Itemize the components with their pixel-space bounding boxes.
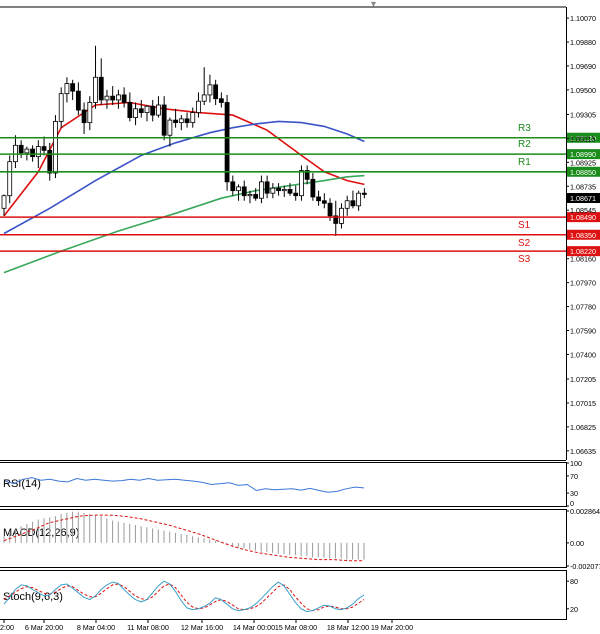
price-tick-label: 1.08545 <box>570 206 596 215</box>
time-label: 2:00 <box>0 623 14 632</box>
level-name-s1: S1 <box>518 220 531 231</box>
forex-chart: ▾ R31.09120R21.08990R11.08850S11.08490S2… <box>0 0 600 634</box>
price-tick-label: 1.10070 <box>570 14 596 23</box>
rsi-tick-label: 30 <box>570 489 578 498</box>
time-label: 11 Mar 08:00 <box>127 623 169 632</box>
price-tick-label: 1.08160 <box>570 255 596 264</box>
candle <box>58 87 64 128</box>
current-price-tag: 1.08671 <box>567 193 600 203</box>
price-tick-label: 1.07015 <box>570 399 596 408</box>
macd-tick-label: -0.002077 <box>570 562 600 571</box>
current-price-label: 1.08671 <box>570 194 596 203</box>
candle <box>299 165 304 201</box>
price-tick-label: 1.06635 <box>570 447 596 456</box>
price-tick-label: 1.08925 <box>570 158 596 167</box>
price-tick-label: 1.07590 <box>570 327 596 336</box>
price-tick-label: 1.07970 <box>570 279 596 288</box>
time-label: 15 Mar 08:00 <box>275 623 317 632</box>
price-tick-label: 1.09115 <box>570 134 595 143</box>
level-tag-s2: 1.08350 <box>570 231 596 240</box>
level-name-r1: R1 <box>518 157 531 168</box>
price-tick-label: 1.07780 <box>570 303 596 312</box>
level-name-s2: S2 <box>518 238 531 249</box>
price-tick-label: 1.09500 <box>570 86 596 95</box>
time-label: 18 Mar 12:00 <box>327 623 369 632</box>
price-tick-label: 1.06825 <box>570 423 596 432</box>
rsi-tick-label: 70 <box>570 472 578 481</box>
level-name-s3: S3 <box>518 254 531 265</box>
price-tick-label: 1.09305 <box>570 110 596 119</box>
stoch-tick-label: 20 <box>570 605 578 614</box>
candle <box>7 155 13 204</box>
rsi-tick-label: 100 <box>570 459 582 468</box>
macd-tick-label: 0.002864 <box>570 507 600 516</box>
time-label: 19 Mar 20:00 <box>371 623 413 632</box>
time-label: 12 Mar 16:00 <box>181 623 223 632</box>
level-tag-r1: 1.08850 <box>570 168 596 177</box>
price-tick-label: 1.07400 <box>570 350 596 359</box>
level-name-r2: R2 <box>518 139 531 150</box>
macd-tick-label: 0.00 <box>570 539 584 548</box>
candle <box>53 115 58 179</box>
price-tick-label: 1.08735 <box>570 182 596 191</box>
time-label: 6 Mar 20:00 <box>25 623 63 632</box>
level-name-r3: R3 <box>518 123 531 134</box>
price-tick-label: 1.09690 <box>570 62 596 71</box>
scroll-arrow-icon[interactable]: ▾ <box>371 0 376 10</box>
time-label: 8 Mar 04:00 <box>77 623 115 632</box>
price-tick-label: 1.07205 <box>570 375 596 384</box>
price-tick-label: 1.09880 <box>570 38 596 47</box>
stoch-tick-label: 80 <box>570 577 578 586</box>
time-label: 14 Mar 00:00 <box>233 623 275 632</box>
candle <box>224 94 230 191</box>
